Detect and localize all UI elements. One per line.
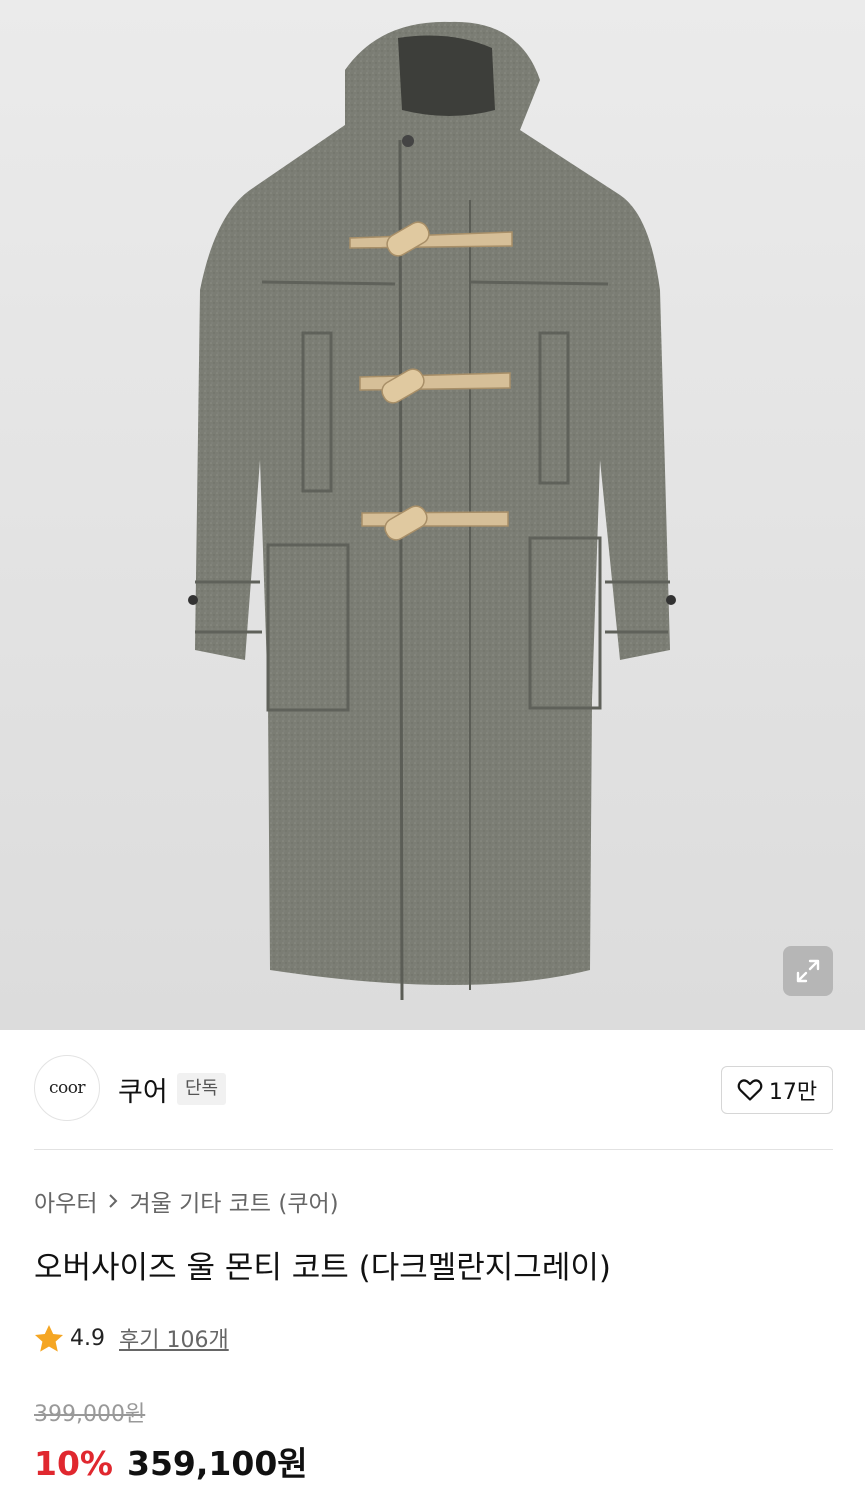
zoom-button[interactable] [783,946,833,996]
breadcrumb-category[interactable]: 아우터 [34,1184,97,1218]
product-title: 오버사이즈 울 몬티 코트 (다크멜란지그레이) [34,1250,611,1286]
original-price: 399,000원 [34,1402,146,1427]
chevron-right-icon [107,1193,119,1209]
brand-name[interactable]: 쿠어 [118,1070,168,1109]
product-image-area[interactable] [0,0,865,1030]
breadcrumb: 아우터 겨울 기타 코트 (쿠어) [34,1184,339,1218]
rating: 4.9 후기 106개 [34,1322,229,1354]
star-icon [35,1324,63,1352]
brand-logo[interactable]: coor [34,1055,100,1121]
expand-icon [796,959,820,983]
sale-price: 359,100원 [127,1444,308,1483]
like-button[interactable]: 17만 [721,1066,833,1114]
review-link[interactable]: 후기 106개 [119,1322,229,1354]
like-count: 17만 [768,1080,818,1105]
exclusive-badge: 단독 [177,1073,227,1105]
price-row: 10% 359,100원 [34,1437,308,1485]
product-image [188,21,676,1001]
discount-rate: 10% [34,1444,113,1483]
brand-row: coor 쿠어 단독 17만 [34,1055,834,1125]
breadcrumb-subcategory[interactable]: 겨울 기타 코트 (쿠어) [129,1184,338,1218]
divider [34,1149,833,1150]
brand-logo-text: coor [48,1078,86,1098]
heart-icon [737,1079,763,1101]
rating-score: 4.9 [70,1325,105,1351]
